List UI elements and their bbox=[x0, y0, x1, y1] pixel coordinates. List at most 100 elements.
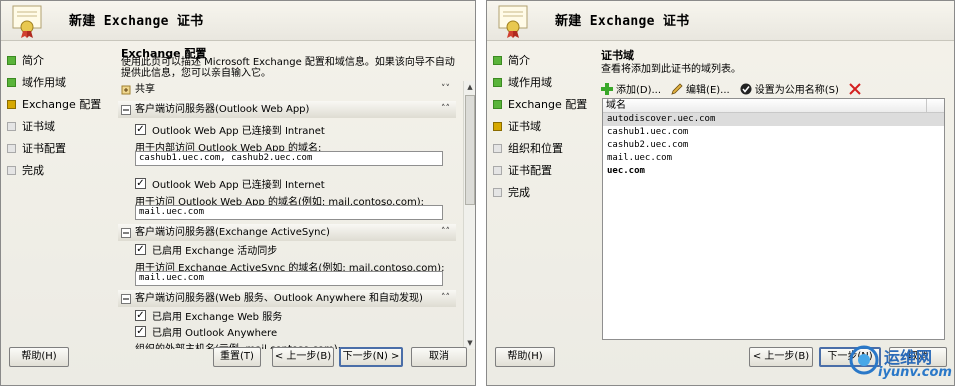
list-item[interactable]: autodiscover.uec.com bbox=[603, 113, 944, 126]
list-item[interactable]: cashub1.uec.com bbox=[603, 126, 944, 139]
checkbox-checked-icon[interactable]: ✓ bbox=[135, 124, 146, 135]
step-cert-domains: 证书域 bbox=[493, 115, 598, 137]
eas-domain-input[interactable]: mail.uec.com bbox=[135, 271, 443, 286]
section-shared-label: 共享 bbox=[135, 84, 155, 95]
owa-internet-domain-input[interactable]: mail.uec.com bbox=[135, 205, 443, 220]
column-header-label: 域名 bbox=[606, 100, 626, 111]
step-label: 简介 bbox=[508, 54, 530, 67]
wizard-steps-nav: 简介 域作用域 Exchange 配置 证书域 组织和位置 证书配置 完成 bbox=[493, 49, 598, 203]
step-cert-config: 证书配置 bbox=[493, 159, 598, 181]
edit-label: 编辑(E)... bbox=[686, 85, 730, 96]
step-done-icon bbox=[7, 55, 16, 65]
step-label: 组织和位置 bbox=[508, 142, 563, 155]
step-pending-icon bbox=[493, 187, 502, 197]
domain-toolbar: 添加(D)... 编辑(E)... 设置为公用名称(S) bbox=[601, 81, 871, 96]
step-label: 证书配置 bbox=[22, 142, 66, 155]
set-common-label: 设置为公用名称(S) bbox=[754, 85, 839, 96]
outlook-anywhere-checkbox[interactable]: ✓ 已启用 Outlook Anywhere bbox=[135, 324, 277, 339]
help-button[interactable]: 帮助(H) bbox=[9, 347, 69, 367]
eas-enabled-checkbox[interactable]: ✓ 已启用 Exchange 活动同步 bbox=[135, 242, 277, 257]
checkbox-label: 已启用 Exchange 活动同步 bbox=[152, 246, 278, 257]
collapse-minus-icon bbox=[121, 228, 131, 238]
column-separator[interactable] bbox=[926, 99, 927, 113]
step-label: Exchange 配置 bbox=[508, 98, 588, 111]
delete-x-icon bbox=[849, 82, 861, 95]
step-label: 域作用域 bbox=[22, 76, 66, 89]
section-owa-header[interactable]: 客户端访问服务器(Outlook Web App) ˄˄ bbox=[118, 101, 456, 118]
step-label: 简介 bbox=[22, 54, 44, 67]
set-common-name-button[interactable]: 设置为公用名称(S) bbox=[740, 81, 839, 96]
chevron-up-icon[interactable]: ˄˄ bbox=[441, 290, 450, 307]
checkbox-checked-icon[interactable]: ✓ bbox=[135, 178, 146, 189]
step-current-icon bbox=[7, 99, 16, 109]
wizard-steps-nav: 简介 域作用域 Exchange 配置 证书域 证书配置 完成 bbox=[7, 49, 112, 181]
check-circle-icon bbox=[740, 83, 752, 94]
step-pending-icon bbox=[7, 121, 16, 131]
step-pending-icon bbox=[493, 143, 502, 153]
step-pending-icon bbox=[493, 165, 502, 175]
step-label: Exchange 配置 bbox=[22, 98, 102, 111]
step-label: 域作用域 bbox=[508, 76, 552, 89]
edit-domain-button[interactable]: 编辑(E)... bbox=[671, 81, 730, 96]
pencil-icon bbox=[671, 82, 683, 95]
chevron-down-icon[interactable]: ˅˅ bbox=[441, 81, 450, 98]
checkbox-checked-icon[interactable]: ✓ bbox=[135, 310, 146, 321]
step-label: 证书配置 bbox=[508, 164, 552, 177]
back-button[interactable]: < 上一步(B) bbox=[272, 347, 334, 367]
site-watermark: 运维网 iyunv.com bbox=[848, 338, 955, 386]
section-owa-label: 客户端访问服务器(Outlook Web App) bbox=[135, 104, 310, 115]
domain-list[interactable]: 域名 autodiscover.uec.com cashub1.uec.com … bbox=[602, 98, 945, 340]
checkbox-checked-icon[interactable]: ✓ bbox=[135, 244, 146, 255]
step-pending-icon bbox=[7, 165, 16, 175]
chevron-up-icon[interactable]: ˄˄ bbox=[441, 224, 450, 241]
step-intro: 简介 bbox=[7, 49, 112, 71]
section-ews-label: 客户端访问服务器(Web 服务、Outlook Anywhere 和自动发现) bbox=[135, 293, 423, 304]
step-label: 证书域 bbox=[22, 120, 55, 133]
checkbox-checked-icon[interactable]: ✓ bbox=[135, 326, 146, 337]
checkbox-label: 已启用 Outlook Anywhere bbox=[152, 328, 278, 339]
step-label: 完成 bbox=[22, 164, 44, 177]
owa-intranet-checkbox[interactable]: ✓ Outlook Web App 已连接到 Intranet bbox=[135, 122, 325, 137]
scroll-thumb[interactable] bbox=[465, 95, 475, 205]
checkbox-label: 已启用 Exchange Web 服务 bbox=[152, 312, 283, 323]
vertical-scrollbar[interactable]: ▲ ▼ bbox=[463, 81, 475, 349]
wizard-title: 新建 Exchange 证书 bbox=[69, 14, 204, 29]
wizard-header: 新建 Exchange 证书 bbox=[487, 1, 954, 41]
cancel-button[interactable]: 取消 bbox=[411, 347, 467, 367]
checkbox-label: Outlook Web App 已连接到 Internet bbox=[152, 180, 325, 191]
step-done-icon bbox=[493, 77, 502, 87]
step-done-icon bbox=[493, 55, 502, 65]
back-button[interactable]: < 上一步(B) bbox=[749, 347, 813, 367]
step-label: 完成 bbox=[508, 186, 530, 199]
step-intro: 简介 bbox=[493, 49, 598, 71]
list-item[interactable]: mail.uec.com bbox=[603, 152, 944, 165]
section-eas-header[interactable]: 客户端访问服务器(Exchange ActiveSync) ˄˄ bbox=[118, 224, 456, 241]
step-exchange-config: Exchange 配置 bbox=[493, 93, 598, 115]
add-domain-button[interactable]: 添加(D)... bbox=[601, 81, 661, 96]
step-complete: 完成 bbox=[7, 159, 112, 181]
step-pending-icon bbox=[7, 143, 16, 153]
scroll-up-icon[interactable]: ▲ bbox=[464, 81, 475, 93]
ews-enabled-checkbox[interactable]: ✓ 已启用 Exchange Web 服务 bbox=[135, 308, 282, 323]
page-description: 查看将添加到此证书的域列表。 bbox=[601, 64, 741, 75]
section-ews-header[interactable]: 客户端访问服务器(Web 服务、Outlook Anywhere 和自动发现) … bbox=[118, 290, 456, 307]
reset-button[interactable]: 重置(T) bbox=[213, 347, 261, 367]
step-cert-config: 证书配置 bbox=[7, 137, 112, 159]
chevron-up-icon[interactable]: ˄˄ bbox=[441, 101, 450, 118]
wizard-title: 新建 Exchange 证书 bbox=[555, 14, 690, 29]
collapse-minus-icon bbox=[121, 294, 131, 304]
help-button[interactable]: 帮助(H) bbox=[495, 347, 555, 367]
wizard-window-cert-domains: 新建 Exchange 证书 简介 域作用域 Exchange 配置 证书域 组… bbox=[486, 0, 955, 386]
owa-internet-checkbox[interactable]: ✓ Outlook Web App 已连接到 Internet bbox=[135, 176, 325, 191]
panel-gap bbox=[476, 0, 486, 386]
list-item[interactable]: cashub2.uec.com bbox=[603, 139, 944, 152]
section-shared[interactable]: 共享 ˅˅ bbox=[118, 81, 456, 98]
shared-icon bbox=[121, 85, 131, 95]
add-plus-icon bbox=[601, 82, 613, 95]
delete-domain-button[interactable] bbox=[849, 82, 861, 95]
section-eas-label: 客户端访问服务器(Exchange ActiveSync) bbox=[135, 227, 330, 238]
owa-intranet-domain-input[interactable]: cashub1.uec.com, cashub2.uec.com bbox=[135, 151, 443, 166]
list-header-domain[interactable]: 域名 bbox=[603, 99, 944, 113]
list-item[interactable]: uec.com bbox=[603, 165, 944, 178]
next-button[interactable]: 下一步(N) > bbox=[339, 347, 403, 367]
